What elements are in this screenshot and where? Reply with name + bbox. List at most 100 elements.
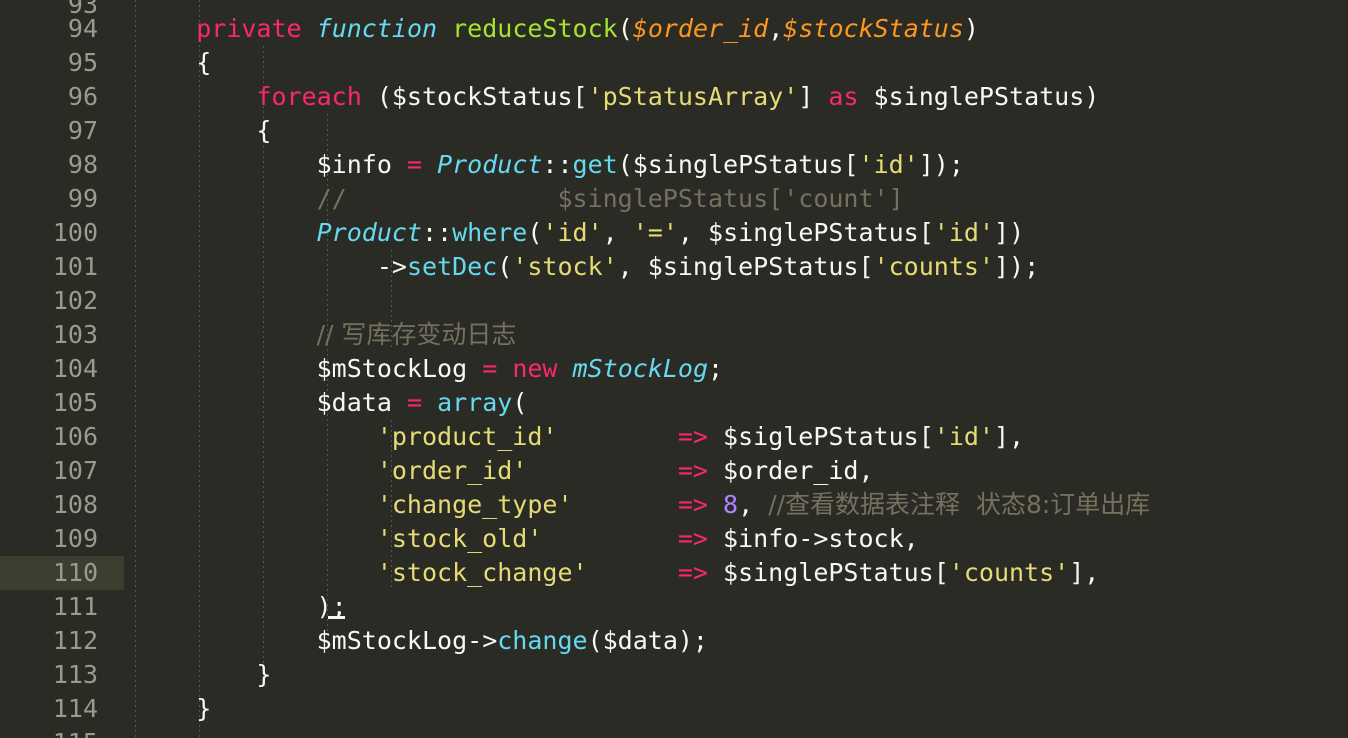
string-id: 'id' <box>542 218 603 247</box>
code-line-109[interactable]: 'stock_old' => $info->stock, <box>136 522 919 556</box>
matching-bracket-indicator <box>328 616 345 619</box>
operator-double-arrow: => <box>677 558 708 587</box>
comment-singlepstatus-count: // $singlePStatus['count'] <box>316 184 904 213</box>
line-number: 96 <box>67 82 98 111</box>
code-editor[interactable]: 93 94 95 96 97 98 99 100 101 102 103 104… <box>0 0 1348 738</box>
code-line-105[interactable]: $data = array( <box>136 386 528 420</box>
line-number: 108 <box>52 490 98 519</box>
property-info-stock: $info->stock, <box>707 524 919 553</box>
line-number: 112 <box>52 626 98 655</box>
paren-close: ]) <box>994 218 1025 247</box>
string-order-id: 'order_id' <box>376 456 528 485</box>
variable-data: $data <box>316 388 407 417</box>
variable-mstocklog: $mStockLog <box>316 626 468 655</box>
line-number: 109 <box>52 524 98 553</box>
operator-assign: = <box>406 388 422 417</box>
padding <box>542 524 677 553</box>
code-line-106[interactable]: 'product_id' => $siglePStatus['id'], <box>136 420 1024 454</box>
comment-change-type-note: //查看数据表注释 状态8:订单出库 <box>768 490 1151 519</box>
method-where: where <box>452 218 528 247</box>
line-number: 97 <box>67 116 98 145</box>
string-change-type: 'change_type' <box>376 490 573 519</box>
code-line-111[interactable]: ); <box>136 590 347 624</box>
code-line-102[interactable] <box>136 284 151 318</box>
padding <box>557 422 677 451</box>
string-id: 'id' <box>933 218 995 247</box>
comma: , <box>738 490 769 519</box>
code-line-97[interactable]: { <box>136 114 271 148</box>
class-mstocklog: mStockLog <box>572 354 709 383</box>
bracket-close: ] <box>798 82 829 111</box>
statement-end: ]); <box>918 150 964 179</box>
string-id: 'id' <box>933 422 994 451</box>
class-product: Product <box>437 150 543 179</box>
code-line-101[interactable]: ->setDec('stock', $singlePStatus['counts… <box>136 250 1039 284</box>
line-number: 111 <box>52 592 98 621</box>
parameter-stock-status: $stockStatus <box>783 14 964 43</box>
parameter-order-id: $order_id <box>632 14 769 43</box>
line-number-gutter[interactable]: 93 94 95 96 97 98 99 100 101 102 103 104… <box>0 0 124 738</box>
line-number: 94 <box>67 14 98 43</box>
code-line-94[interactable]: private function reduceStock($order_id,$… <box>136 12 979 46</box>
brace-open: { <box>196 48 212 77</box>
keyword-private: private <box>196 14 302 43</box>
operator-double-arrow: => <box>677 422 708 451</box>
padding <box>573 490 678 519</box>
code-line-108[interactable]: 'change_type' => 8, //查看数据表注释 状态8:订单出库 <box>136 488 1150 522</box>
code-content[interactable]: private function reduceStock($order_id,$… <box>136 0 1150 738</box>
string-counts: 'counts' <box>873 252 994 281</box>
line-number: 105 <box>52 388 98 417</box>
line-number: 95 <box>67 48 98 77</box>
code-line-104[interactable]: $mStockLog = new mStockLog; <box>136 352 723 386</box>
comma: , <box>602 218 633 247</box>
comma: ], <box>993 422 1025 451</box>
args: ($singlePStatus[ <box>617 150 859 179</box>
code-line-100[interactable]: Product::where('id', '=', $singlePStatus… <box>136 216 1025 250</box>
line-number: 101 <box>52 252 98 281</box>
line-number: 99 <box>67 184 98 213</box>
line-number: 115 <box>0 726 98 738</box>
scope-resolution: :: <box>542 150 573 179</box>
string-counts: 'counts' <box>948 558 1070 587</box>
variable-order-id: $order_id, <box>707 456 874 485</box>
code-line-103[interactable]: // 写库存变动日志 <box>136 318 517 352</box>
line-number: 104 <box>52 354 98 383</box>
code-line-95[interactable]: { <box>136 46 211 80</box>
object-operator: -> <box>376 252 407 281</box>
line-number: 102 <box>52 286 98 315</box>
class-product: Product <box>316 218 422 247</box>
variable-siglepstatus: $siglePStatus[ <box>707 422 934 451</box>
code-line-110[interactable]: 'stock_change' => $singlePStatus['counts… <box>136 556 1100 590</box>
code-line-99[interactable]: // $singlePStatus['count'] <box>136 182 904 216</box>
comma: , <box>617 252 648 281</box>
code-line-114[interactable]: } <box>136 692 211 726</box>
method-change: change <box>497 626 588 655</box>
function-name: reduceStock <box>452 14 618 43</box>
line-number: 114 <box>52 694 98 723</box>
keyword-foreach: foreach <box>256 82 362 111</box>
code-line-113[interactable]: } <box>136 658 271 692</box>
string-equals: '=' <box>632 218 678 247</box>
string-pstatusarray: 'pStatusArray' <box>587 82 799 111</box>
brace-close: } <box>196 694 212 723</box>
line-number-active: 110 <box>52 558 98 587</box>
operator-assign: = <box>406 150 422 179</box>
code-line-107[interactable]: 'order_id' => $order_id, <box>136 454 874 488</box>
code-line-96[interactable]: foreach ($stockStatus['pStatusArray'] as… <box>136 80 1099 114</box>
operator-double-arrow: => <box>677 456 708 485</box>
keyword-new: new <box>512 354 558 383</box>
semicolon: ; <box>708 354 724 383</box>
code-line-98[interactable]: $info = Product::get($singlePStatus['id'… <box>136 148 964 182</box>
code-line-112[interactable]: $mStockLog->change($data); <box>136 624 708 658</box>
